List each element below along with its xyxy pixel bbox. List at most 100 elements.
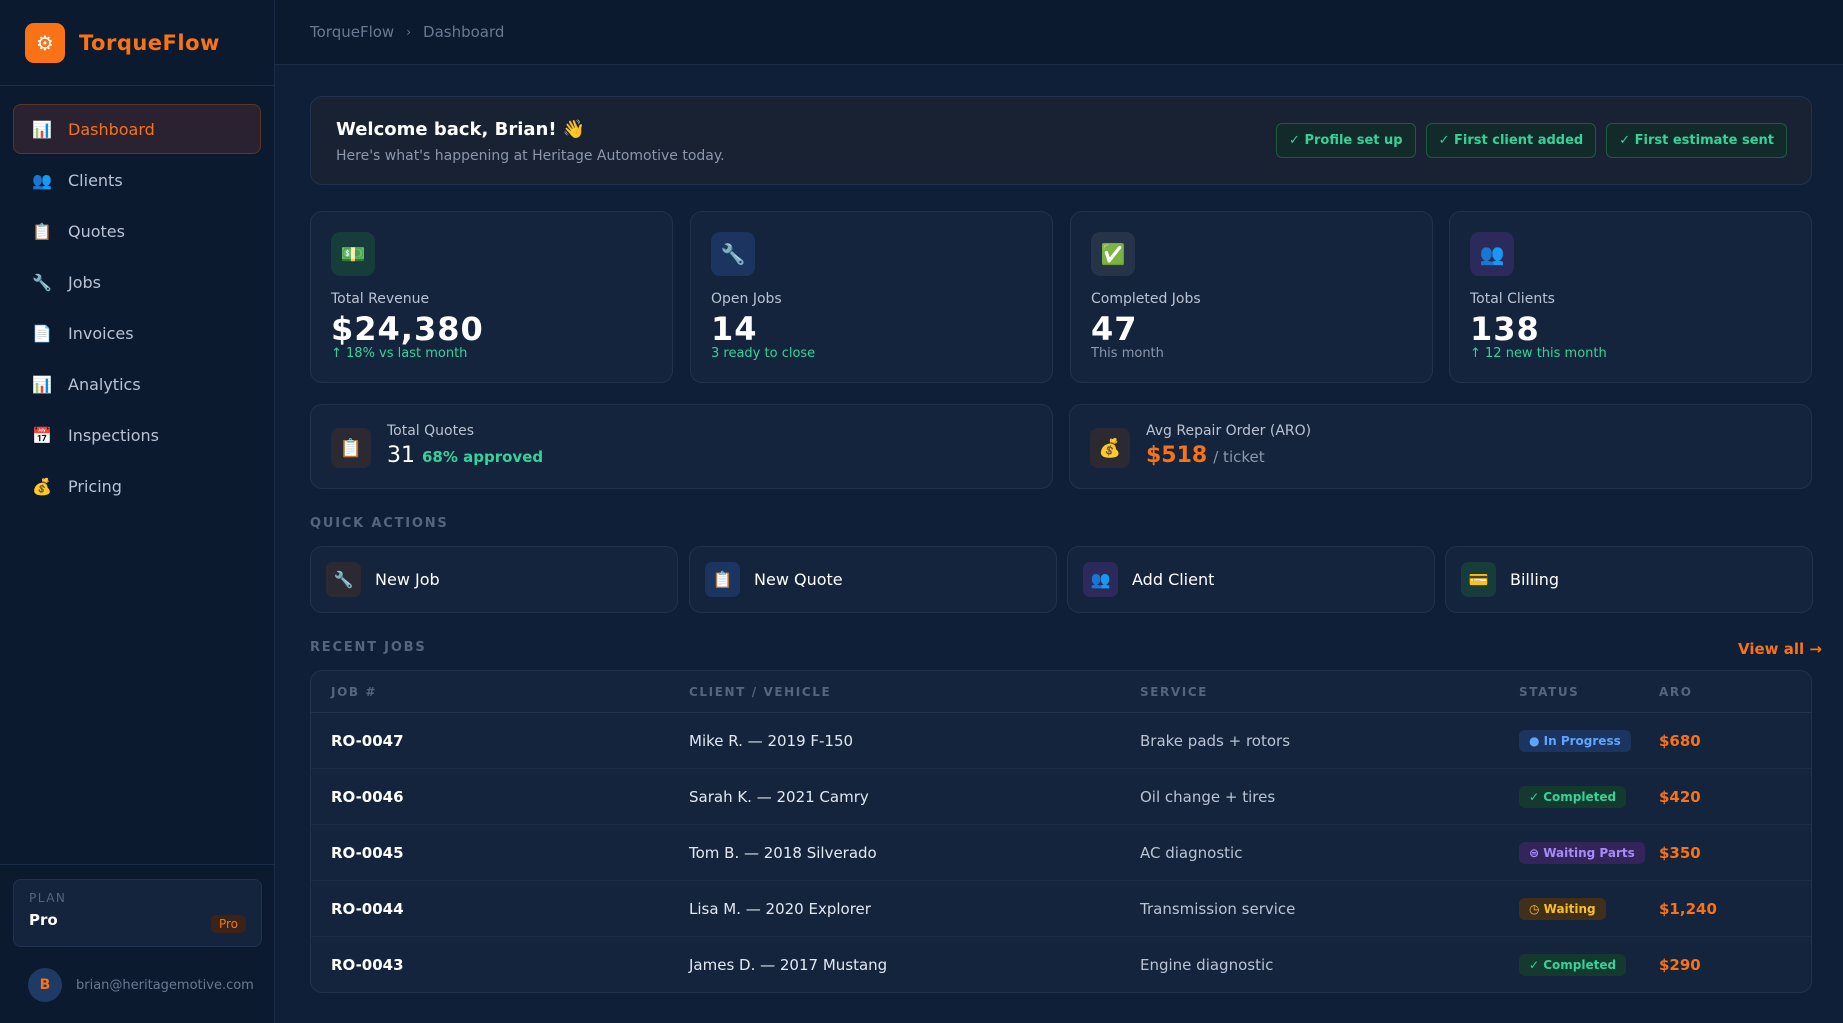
stat-foot: ↑ 18% vs last month [331, 346, 468, 361]
sidebar-divider [0, 864, 275, 865]
sidebar-item-quotes[interactable]: 📋 Quotes [13, 206, 261, 256]
sidebar-item-label: Inspections [68, 425, 159, 445]
chart-icon: 📊 [32, 119, 52, 139]
aro-value: $290 [1659, 956, 1701, 974]
stat-completed-jobs: ✅ Completed Jobs 47 This month [1070, 211, 1433, 383]
breadcrumb-current: Dashboard [423, 23, 505, 41]
analytics-icon: 📊 [32, 374, 52, 394]
stat-value: 14 [711, 310, 758, 348]
calendar-icon: 📅 [32, 425, 52, 445]
status-badge: ⊜ Waiting Parts [1519, 841, 1645, 864]
money-bag-icon: 💰 [32, 476, 52, 496]
brand[interactable]: ⚙ TorqueFlow [0, 0, 274, 86]
job-number: RO-0045 [331, 843, 404, 862]
sidebar-item-label: Quotes [68, 221, 125, 241]
aro-unit: / ticket [1213, 448, 1265, 466]
welcome-title: Welcome back, Brian! 👋 [336, 119, 586, 140]
view-all-link[interactable]: View all → [1738, 640, 1822, 658]
qa-label: Add Client [1132, 570, 1215, 589]
clipboard-icon: 📋 [32, 221, 52, 241]
sidebar-item-clients[interactable]: 👥 Clients [13, 155, 261, 205]
stat-label: Total Revenue [331, 291, 430, 307]
welcome-banner: Welcome back, Brian! 👋 Here's what's hap… [310, 96, 1812, 185]
sidebar-item-pricing[interactable]: 💰 Pricing [13, 461, 261, 511]
credit-card-icon: 💳 [1461, 562, 1496, 597]
client-vehicle: James D. — 2017 Mustang [689, 956, 888, 974]
new-job-button[interactable]: 🔧 New Job [310, 546, 678, 613]
header-service[interactable]: SERVICE [1140, 671, 1519, 712]
sidebar-item-label: Clients [68, 170, 123, 190]
client-vehicle: Lisa M. — 2020 Explorer [689, 899, 871, 918]
onboarding-chips: ✓ Profile set up ✓ First client added ✓ … [1276, 123, 1787, 158]
sidebar-item-dashboard[interactable]: 📊 Dashboard [13, 104, 261, 154]
status-badge: ● In Progress [1519, 729, 1631, 752]
quotes-value-row: 31 68% approved [387, 443, 543, 468]
header-status[interactable]: STATUS [1519, 671, 1659, 712]
table-row[interactable]: RO-0046 Sarah K. — 2021 Camry Oil change… [311, 769, 1811, 825]
service: Transmission service [1140, 899, 1296, 918]
table-row[interactable]: RO-0044 Lisa M. — 2020 Explorer Transmis… [311, 881, 1811, 937]
clipboard-icon: 📋 [331, 428, 371, 468]
stat-label: Completed Jobs [1091, 291, 1201, 307]
qa-label: Billing [1510, 570, 1560, 589]
gear-logo-icon: ⚙ [25, 22, 65, 63]
service: Oil change + tires [1140, 787, 1276, 806]
total-quotes-card: 📋 Total Quotes 31 68% approved [310, 404, 1053, 489]
stat-foot: This month [1091, 346, 1164, 361]
add-client-button[interactable]: 👥 Add Client [1067, 546, 1435, 613]
breadcrumb-separator-icon: › [406, 25, 412, 39]
sidebar-item-label: Jobs [68, 272, 101, 292]
stat-value: 138 [1470, 310, 1540, 348]
aro-value: $1,240 [1659, 899, 1717, 918]
quotes-value: 31 [387, 443, 415, 468]
sidebar-item-label: Dashboard [68, 119, 155, 139]
clipboard-icon: 📋 [705, 562, 740, 597]
users-icon: 👥 [1083, 562, 1118, 597]
stat-value: $24,380 [331, 310, 484, 348]
table-row[interactable]: RO-0043 James D. — 2017 Mustang Engine d… [311, 937, 1811, 992]
quick-actions-title: QUICK ACTIONS [310, 516, 449, 531]
recent-jobs-title: RECENT JOBS [310, 640, 427, 655]
service: Brake pads + rotors [1140, 731, 1291, 750]
header-job[interactable]: JOB # [311, 671, 689, 712]
chip-first-client-added[interactable]: ✓ First client added [1425, 123, 1597, 158]
sidebar-item-invoices[interactable]: 📄 Invoices [13, 308, 261, 358]
table-row[interactable]: RO-0045 Tom B. — 2018 Silverado AC diagn… [311, 825, 1811, 881]
header-aro[interactable]: ARO [1659, 671, 1809, 712]
sidebar-item-label: Pricing [68, 476, 122, 496]
brand-name: TorqueFlow [79, 30, 220, 55]
sidebar-item-label: Invoices [68, 323, 134, 343]
stat-total-clients: 👥 Total Clients 138 ↑ 12 new this month [1449, 211, 1812, 383]
quotes-label: Total Quotes [387, 423, 475, 439]
cash-icon: 💵 [331, 232, 375, 276]
welcome-subtitle: Here's what's happening at Heritage Auto… [336, 148, 725, 164]
header-client-vehicle[interactable]: CLIENT / VEHICLE [689, 671, 1140, 712]
billing-button[interactable]: 💳 Billing [1445, 546, 1813, 613]
stat-foot: ↑ 12 new this month [1470, 346, 1607, 361]
client-vehicle: Mike R. — 2019 F-150 [689, 731, 854, 750]
status-badge: ◷ Waiting [1519, 897, 1606, 920]
sidebar-item-inspections[interactable]: 📅 Inspections [13, 410, 261, 460]
aro-value: $420 [1659, 787, 1701, 806]
new-quote-button[interactable]: 📋 New Quote [689, 546, 1057, 613]
status-cell: ✓ Completed [1519, 769, 1659, 824]
breadcrumb-root[interactable]: TorqueFlow [310, 23, 394, 41]
table-header: JOB # CLIENT / VEHICLE SERVICE STATUS AR… [311, 671, 1811, 713]
plan-card[interactable]: PLAN Pro Pro [13, 879, 262, 947]
sidebar-item-jobs[interactable]: 🔧 Jobs [13, 257, 261, 307]
users-icon: 👥 [1470, 232, 1514, 276]
aro-card: 💰 Avg Repair Order (ARO) $518 / ticket [1069, 404, 1812, 489]
avatar: B [28, 968, 62, 1002]
chip-profile-set-up[interactable]: ✓ Profile set up [1276, 123, 1416, 158]
check-icon: ✅ [1091, 232, 1135, 276]
aro-value: $518 [1146, 443, 1208, 468]
sidebar-nav: 📊 Dashboard 👥 Clients 📋 Quotes 🔧 Jobs 📄 … [0, 86, 274, 511]
user-account[interactable]: B brian@heritagemotive.com [28, 968, 254, 1002]
sidebar-item-analytics[interactable]: 📊 Analytics [13, 359, 261, 409]
chip-first-estimate-sent[interactable]: ✓ First estimate sent [1606, 123, 1787, 158]
table-row[interactable]: RO-0047 Mike R. — 2019 F-150 Brake pads … [311, 713, 1811, 769]
status-badge: ✓ Completed [1519, 785, 1627, 808]
status-cell: ● In Progress [1519, 713, 1659, 768]
job-number: RO-0046 [331, 787, 404, 806]
stat-foot: 3 ready to close [711, 346, 816, 361]
